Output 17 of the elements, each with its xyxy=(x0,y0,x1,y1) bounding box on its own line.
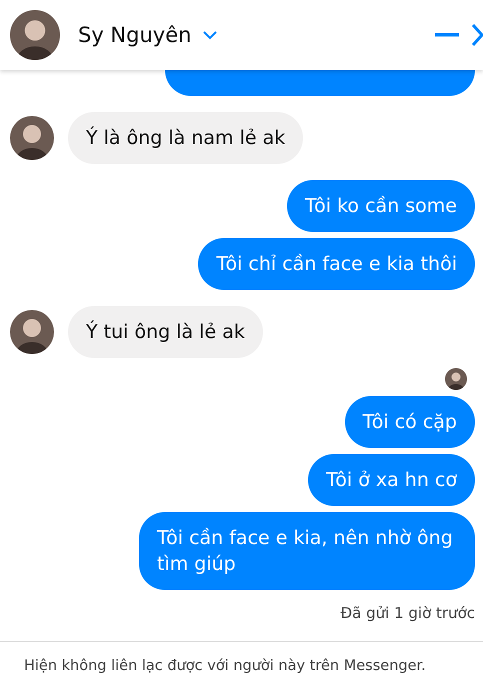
sent-message: Tôi chỉ cần face e kia thôi xyxy=(198,238,475,290)
sent-message: Tôi cần face e kia, nên nhờ ông tìm giúp xyxy=(139,512,475,590)
avatar xyxy=(10,116,54,160)
avatar xyxy=(445,368,467,390)
chevron-down-icon[interactable] xyxy=(203,30,218,40)
received-message: Ý là ông là nam lẻ ak xyxy=(68,112,304,164)
sent-status: Đã gửi 1 giờ trước xyxy=(340,604,475,622)
avatar xyxy=(10,310,54,354)
avatar xyxy=(10,10,60,60)
received-message: Ý tui ông là lẻ ak xyxy=(68,306,263,358)
contact-name[interactable]: Sy Nguyên xyxy=(78,23,192,47)
sent-message: Tôi có cặp xyxy=(344,396,475,448)
sent-message: Tôi ko cần some xyxy=(287,180,475,232)
footer-notice: Hiện không liên lạc được với người này trên Messenger. xyxy=(24,658,426,674)
minimize-icon[interactable] xyxy=(435,33,459,37)
chevron-right-icon[interactable] xyxy=(471,23,483,47)
sent-message: Tôi ở xa hn cơ xyxy=(308,454,475,506)
